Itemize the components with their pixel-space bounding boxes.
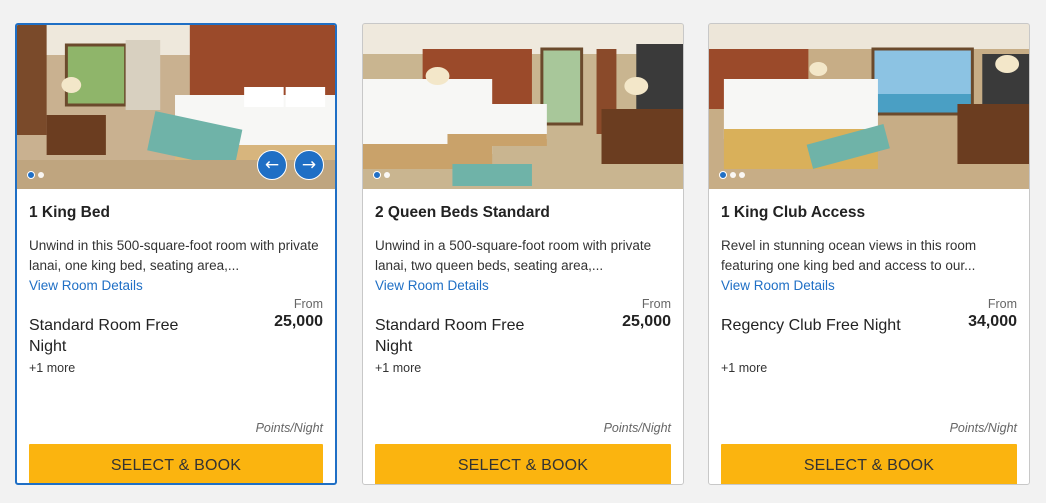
room-description: Unwind in this 500-square-foot room with… <box>29 238 319 273</box>
carousel-next-button[interactable]: → <box>294 150 324 180</box>
carousel-dot-active[interactable] <box>719 171 727 179</box>
from-label: From <box>293 297 323 311</box>
room-title: 1 King Club Access <box>721 204 866 221</box>
select-and-book-button[interactable]: SELECT & BOOK <box>29 444 323 483</box>
carousel-prev-button[interactable]: ← <box>257 150 287 180</box>
rate-name: Regency Club Free Night <box>721 317 901 334</box>
carousel-dot-active[interactable] <box>27 171 35 179</box>
room-title: 2 Queen Beds Standard <box>375 204 550 221</box>
points-value: 25,000 <box>622 313 671 330</box>
carousel-dots <box>27 171 44 179</box>
room-description: Unwind in a 500-square-foot room with pr… <box>375 238 652 273</box>
room-photo[interactable] <box>363 24 683 189</box>
room-card-1-king-bed[interactable]: ← → 1 King Bed Unwind in this 500-square… <box>15 23 337 485</box>
room-photo-image <box>17 25 335 189</box>
room-description: Revel in stunning ocean views in this ro… <box>721 238 977 273</box>
carousel-dots <box>719 171 745 179</box>
rate-name: Standard Room Free Night <box>375 317 525 355</box>
room-photo[interactable] <box>709 24 1029 189</box>
points-per-night-label: Points/Night <box>255 421 323 435</box>
room-card-2-queen-beds[interactable]: 2 Queen Beds Standard Unwind in a 500-sq… <box>362 23 684 485</box>
carousel-dot-active[interactable] <box>373 171 381 179</box>
points-per-night-label: Points/Night <box>949 421 1017 435</box>
arrow-right-icon: → <box>301 155 317 175</box>
room-photo[interactable]: ← → <box>17 25 335 189</box>
carousel-dot[interactable] <box>739 172 745 178</box>
room-photo-image <box>709 24 1029 189</box>
rate-row: From 25,000 Standard Room Free Night <box>375 297 671 367</box>
room-title: 1 King Bed <box>29 204 110 221</box>
view-room-details-link[interactable]: View Room Details <box>29 276 143 295</box>
from-label: From <box>641 297 671 311</box>
from-label: From <box>987 297 1017 311</box>
room-photo-image <box>363 24 683 189</box>
carousel-dot[interactable] <box>730 172 736 178</box>
points-per-night-label: Points/Night <box>603 421 671 435</box>
select-and-book-button[interactable]: SELECT & BOOK <box>721 444 1017 484</box>
view-room-details-link[interactable]: View Room Details <box>721 276 835 295</box>
carousel-dot[interactable] <box>384 172 390 178</box>
carousel-dots <box>373 171 390 179</box>
rate-name: Standard Room Free Night <box>29 317 179 355</box>
arrow-left-icon: ← <box>264 155 280 175</box>
points-value: 34,000 <box>968 313 1017 330</box>
rate-row: From 34,000 Regency Club Free Night <box>721 297 1017 367</box>
select-and-book-button[interactable]: SELECT & BOOK <box>375 444 671 484</box>
rate-row: From 25,000 Standard Room Free Night <box>29 297 323 367</box>
view-room-details-link[interactable]: View Room Details <box>375 276 489 295</box>
room-card-3-king-club[interactable]: 1 King Club Access Revel in stunning oce… <box>708 23 1030 485</box>
points-value: 25,000 <box>274 313 323 330</box>
carousel-dot[interactable] <box>38 172 44 178</box>
